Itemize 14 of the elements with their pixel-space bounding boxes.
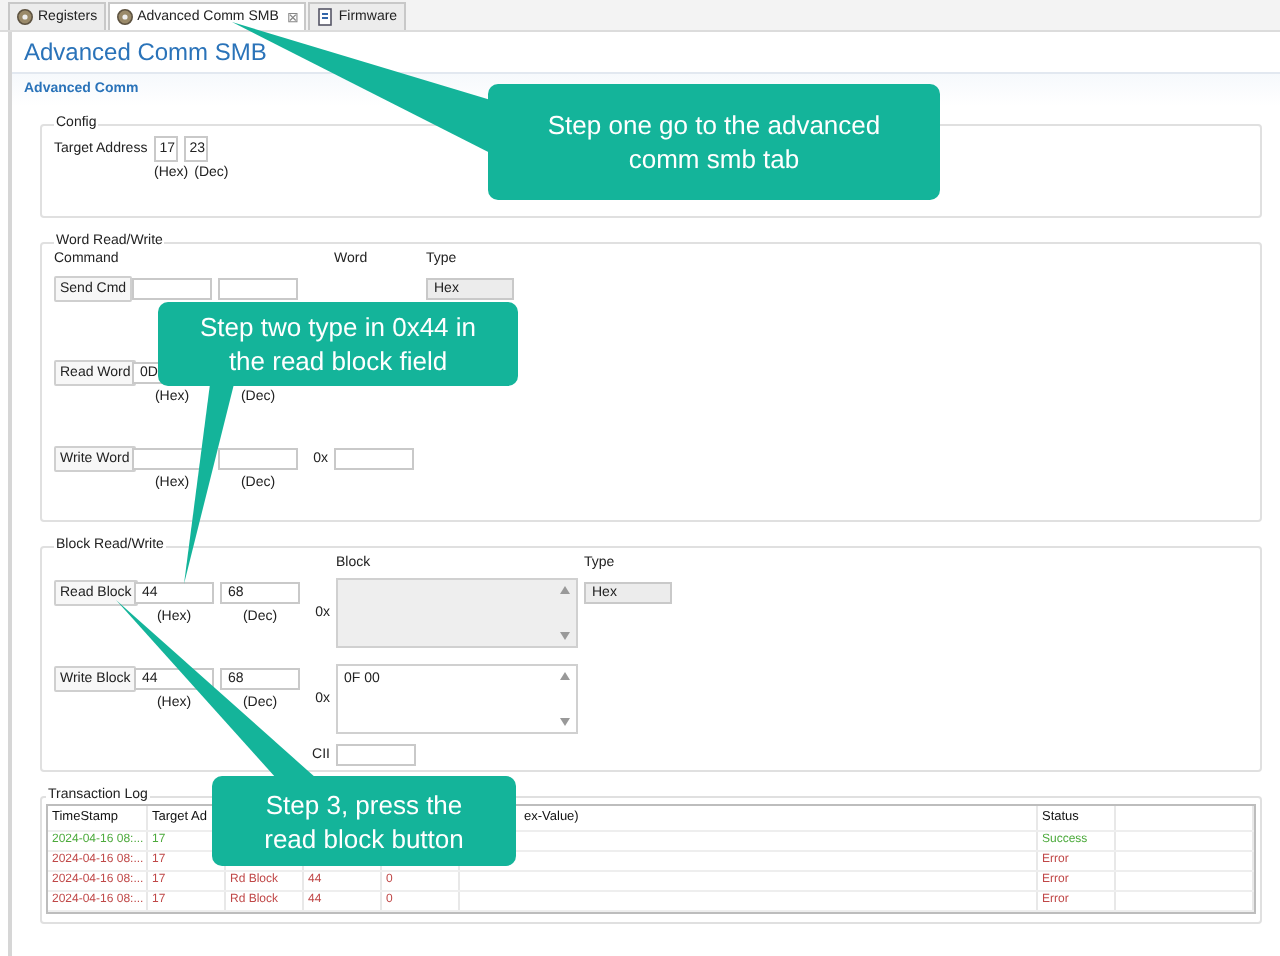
gear-icon xyxy=(115,8,134,26)
callout-tooltip: Step one go to the advanced comm smb tab xyxy=(488,84,940,200)
scroll-up-arrow-icon xyxy=(560,586,570,594)
callout-tooltip: Step 3, press the read block button xyxy=(212,776,516,866)
scroll-down-arrow-icon xyxy=(560,632,570,640)
scroll-down-arrow-icon xyxy=(560,718,570,726)
input-field[interactable] xyxy=(132,278,212,300)
input-field[interactable] xyxy=(336,744,416,766)
gear-icon xyxy=(16,8,34,26)
input-field[interactable] xyxy=(218,448,298,470)
scroll-up-arrow-icon xyxy=(560,672,570,680)
document-icon xyxy=(316,8,335,26)
input-field[interactable] xyxy=(218,278,298,300)
input-field[interactable] xyxy=(334,448,414,470)
